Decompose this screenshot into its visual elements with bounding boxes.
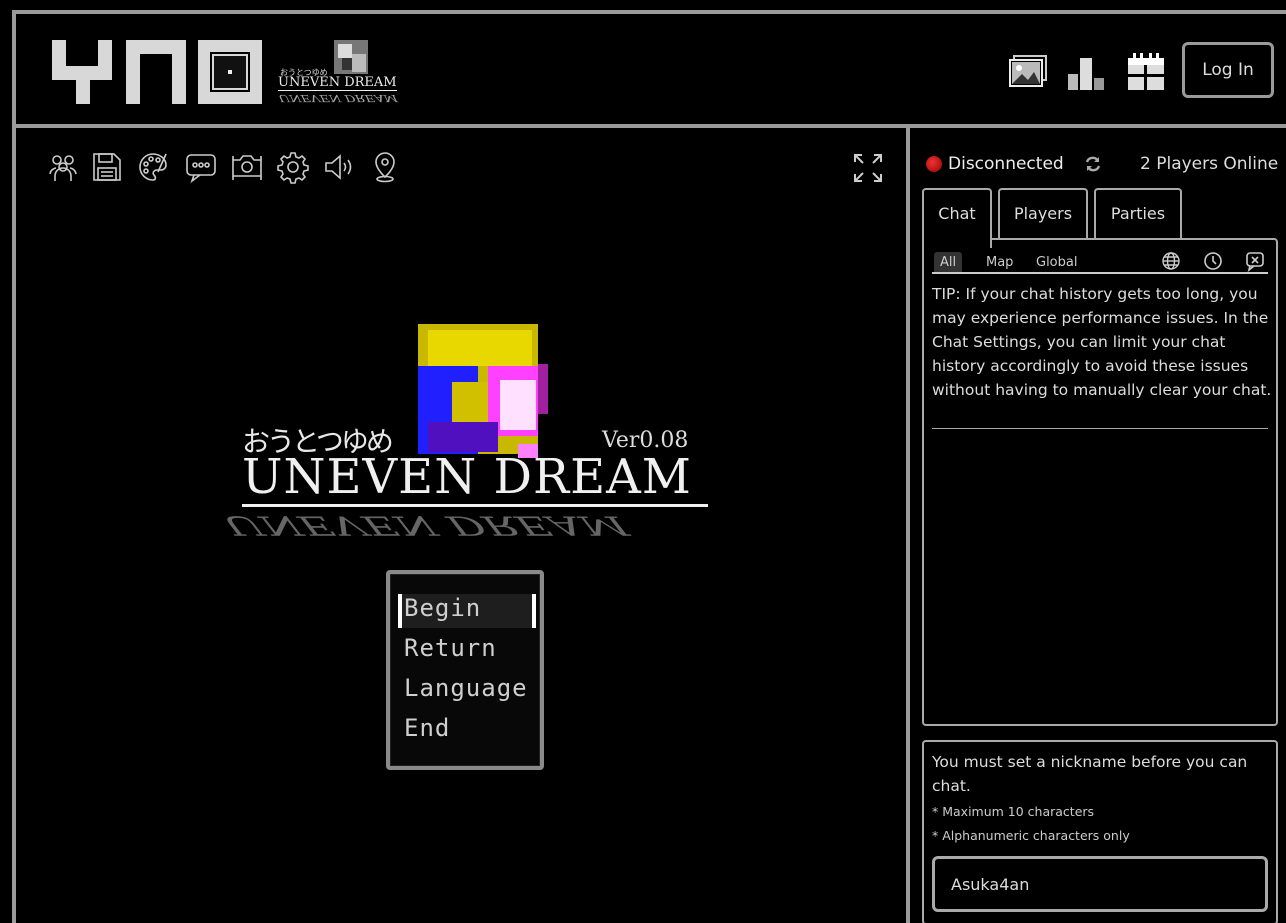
title-square-art bbox=[418, 324, 548, 458]
players-icon[interactable] bbox=[46, 150, 80, 184]
chat-filter-divider bbox=[932, 272, 1268, 274]
chat-message-divider bbox=[932, 428, 1268, 429]
chat-filter-all[interactable]: All bbox=[934, 252, 963, 274]
title-menu: Begin Return Language End bbox=[386, 570, 544, 770]
palette-icon[interactable] bbox=[136, 150, 170, 184]
tab-players[interactable]: Players bbox=[998, 188, 1088, 242]
settings-icon[interactable] bbox=[276, 150, 310, 184]
nickname-rule-length: * Maximum 10 characters bbox=[932, 804, 1095, 819]
game-logo-art bbox=[334, 40, 368, 74]
chat-filter-map[interactable]: Map bbox=[980, 252, 1019, 274]
refresh-icon[interactable] bbox=[1084, 155, 1102, 173]
tab-chat[interactable]: Chat bbox=[922, 188, 992, 248]
title-reflection: UNEVEN DREAM bbox=[212, 510, 638, 541]
leaderboard-icon[interactable] bbox=[1064, 50, 1108, 94]
chat-box: All Map Global TIP: If your chat history… bbox=[922, 238, 1278, 726]
clock-icon[interactable] bbox=[1202, 250, 1224, 272]
globe-icon[interactable] bbox=[1160, 250, 1182, 272]
menu-item-language[interactable]: Language bbox=[404, 674, 528, 702]
fullscreen-icon[interactable] bbox=[852, 152, 884, 184]
players-online-count: 2 Players Online bbox=[1140, 154, 1279, 174]
save-icon[interactable] bbox=[90, 150, 124, 184]
tab-parties[interactable]: Parties bbox=[1094, 188, 1182, 242]
nickname-box: You must set a nickname before you can c… bbox=[922, 740, 1278, 923]
game-title-art: おうとつゆめ Ver0.08 UNEVEN DREAM UNEVEN DREAM bbox=[212, 324, 716, 554]
yno-logo[interactable] bbox=[52, 40, 262, 104]
volume-icon[interactable] bbox=[322, 150, 356, 184]
menu-item-begin[interactable]: Begin bbox=[404, 594, 481, 622]
chat-bubble-icon[interactable] bbox=[184, 150, 218, 184]
menu-item-end[interactable]: End bbox=[404, 714, 450, 742]
gallery-icon[interactable] bbox=[1006, 50, 1050, 94]
nickname-input[interactable] bbox=[932, 856, 1268, 912]
calendar-icon[interactable] bbox=[1124, 50, 1168, 94]
game-logo-reflection: UNEVEN DREAM bbox=[275, 91, 400, 103]
location-pin-icon[interactable] bbox=[368, 150, 402, 184]
menu-item-return[interactable]: Return bbox=[404, 634, 497, 662]
chat-tip-message: TIP: If your chat history gets too long,… bbox=[932, 285, 1272, 399]
chat-filter-global[interactable]: Global bbox=[1030, 252, 1083, 274]
connection-status: Disconnected bbox=[948, 154, 1064, 174]
camera-icon[interactable] bbox=[230, 150, 264, 184]
game-logo[interactable]: おうとつゆめ UNEVEN DREAM UNEVEN DREAM bbox=[275, 40, 408, 106]
game-logo-en: UNEVEN DREAM bbox=[278, 75, 397, 91]
game-panel: おうとつゆめ Ver0.08 UNEVEN DREAM UNEVEN DREAM… bbox=[12, 124, 910, 923]
login-button[interactable]: Log In bbox=[1182, 42, 1274, 98]
title-en: UNEVEN DREAM bbox=[242, 450, 708, 507]
connection-status-dot bbox=[926, 156, 942, 172]
clear-chat-icon[interactable] bbox=[1244, 250, 1266, 272]
chat-panel: Disconnected 2 Players Online Chat Playe… bbox=[906, 124, 1286, 923]
site-header: おうとつゆめ UNEVEN DREAM UNEVEN DREAM Log In bbox=[12, 10, 1286, 128]
nickname-rule-charset: * Alphanumeric characters only bbox=[932, 828, 1130, 843]
nickname-required-message: You must set a nickname before you can c… bbox=[932, 753, 1248, 795]
